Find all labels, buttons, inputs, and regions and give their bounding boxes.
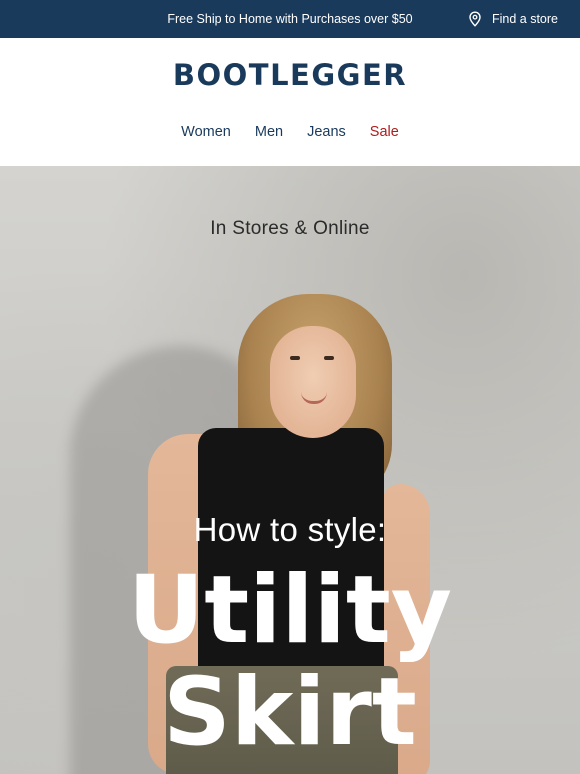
hero-headline-line1: Utility (127, 556, 453, 665)
brand-logo[interactable]: BOOTLEGGER (0, 58, 580, 92)
nav-sale[interactable]: Sale (370, 124, 399, 140)
find-store-link[interactable]: Find a store (468, 0, 558, 38)
nav-men[interactable]: Men (255, 124, 283, 140)
main-nav: Women Men Jeans Sale (0, 124, 580, 140)
promo-bar: Free Ship to Home with Purchases over $5… (0, 0, 580, 38)
hero-banner[interactable]: In Stores & Online How to style: Utility… (0, 166, 580, 774)
site-header: BOOTLEGGER Women Men Jeans Sale (0, 38, 580, 166)
location-pin-icon (469, 11, 481, 27)
nav-jeans[interactable]: Jeans (307, 124, 346, 140)
hero-headline-line2: Skirt (163, 658, 417, 767)
hero-eyebrow: In Stores & Online (210, 218, 370, 239)
model-eye-right (324, 356, 334, 360)
shipping-promo-text: Free Ship to Home with Purchases over $5… (167, 12, 413, 26)
model-eye-left (290, 356, 300, 360)
find-store-label: Find a store (491, 12, 558, 26)
nav-women[interactable]: Women (181, 124, 231, 140)
hero-kicker: How to style: (193, 511, 387, 548)
model-face (270, 326, 356, 438)
